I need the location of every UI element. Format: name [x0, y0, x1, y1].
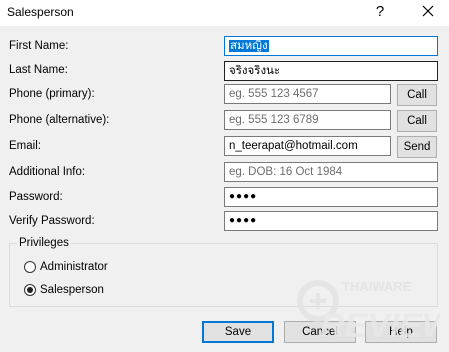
svg-text:REVIEW: REVIEW — [320, 307, 440, 345]
last-name-field[interactable]: จริงจริงนะ — [224, 61, 438, 81]
phone-alternative-field[interactable]: eg. 555 123 6789 — [224, 110, 391, 130]
password-label: Password: — [9, 191, 63, 203]
password-value: ●●●● — [229, 191, 258, 202]
verify-password-label: Verify Password: — [9, 215, 95, 227]
window-title: Salesperson — [7, 5, 74, 19]
email-field[interactable]: n_teerapat@hotmail.com — [224, 136, 391, 156]
phone-primary-label: Phone (primary): — [9, 88, 95, 100]
first-name-value: สมหญิง — [229, 40, 269, 52]
administrator-radio-label: Administrator — [40, 261, 108, 273]
salesperson-radio-label: Salesperson — [40, 284, 104, 296]
additional-info-placeholder: eg. DOB: 16 Oct 1984 — [229, 166, 343, 178]
salesperson-radio[interactable]: Salesperson — [24, 282, 104, 298]
administrator-radio[interactable]: Administrator — [24, 259, 108, 275]
additional-info-label: Additional Info: — [9, 166, 86, 178]
first-name-label: First Name: — [9, 40, 69, 52]
close-icon[interactable] — [413, 0, 443, 24]
phone-primary-field[interactable]: eg. 555 123 4567 — [224, 84, 391, 104]
help-icon[interactable]: ? — [371, 1, 389, 23]
verify-password-value: ●●●● — [229, 215, 258, 226]
call-primary-button[interactable]: Call — [397, 84, 437, 106]
privileges-label: Privileges — [17, 236, 71, 250]
phone-alternative-placeholder: eg. 555 123 6789 — [229, 114, 319, 126]
last-name-value: จริงจริงนะ — [229, 65, 281, 77]
phone-alternative-label: Phone (alternative): — [9, 114, 110, 126]
thaiware-review-watermark: THAIWARE REVIEW — [297, 279, 440, 345]
svg-text:THAIWARE: THAIWARE — [342, 279, 412, 294]
last-name-label: Last Name: — [9, 64, 68, 76]
salesperson-radio-circle[interactable] — [24, 284, 36, 296]
phone-primary-placeholder: eg. 555 123 4567 — [229, 88, 319, 100]
send-email-button[interactable]: Send — [397, 136, 437, 158]
first-name-field[interactable]: สมหญิง — [224, 36, 438, 56]
title-bar: Salesperson ? — [0, 0, 449, 26]
verify-password-field[interactable]: ●●●● — [224, 211, 438, 231]
email-label: Email: — [9, 140, 41, 152]
save-button[interactable]: Save — [202, 321, 274, 343]
email-value: n_teerapat@hotmail.com — [229, 140, 358, 152]
administrator-radio-circle[interactable] — [24, 261, 36, 273]
additional-info-field[interactable]: eg. DOB: 16 Oct 1984 — [224, 162, 438, 182]
password-field[interactable]: ●●●● — [224, 187, 438, 207]
call-alternative-button[interactable]: Call — [397, 110, 437, 132]
